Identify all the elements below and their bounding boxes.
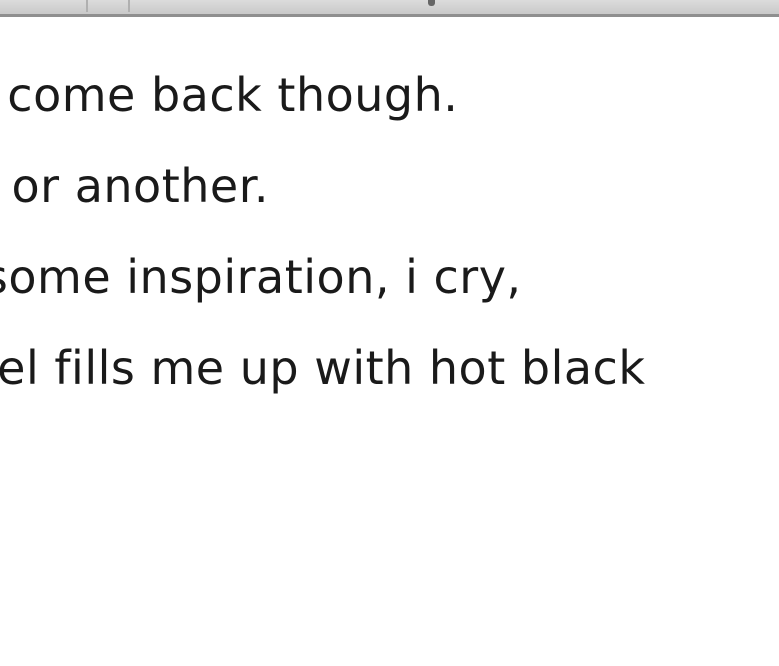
toolbar-separator: [86, 0, 88, 12]
toolbar-tick-icon: [428, 0, 435, 6]
text-line: sriel fills me up with hot black: [0, 341, 646, 395]
text-line: e some inspiration, i cry,: [0, 250, 522, 304]
text-line: ay or another.: [0, 159, 269, 213]
toolbar-separator: [128, 0, 130, 12]
toolbar-strip: [0, 0, 779, 17]
text-line: vs come back though.: [0, 68, 459, 122]
text-link[interactable]: !: [0, 431, 6, 487]
browser-window: vs come back though. ay or another. e so…: [0, 0, 779, 666]
page-content: vs come back though. ay or another. e so…: [0, 17, 779, 666]
